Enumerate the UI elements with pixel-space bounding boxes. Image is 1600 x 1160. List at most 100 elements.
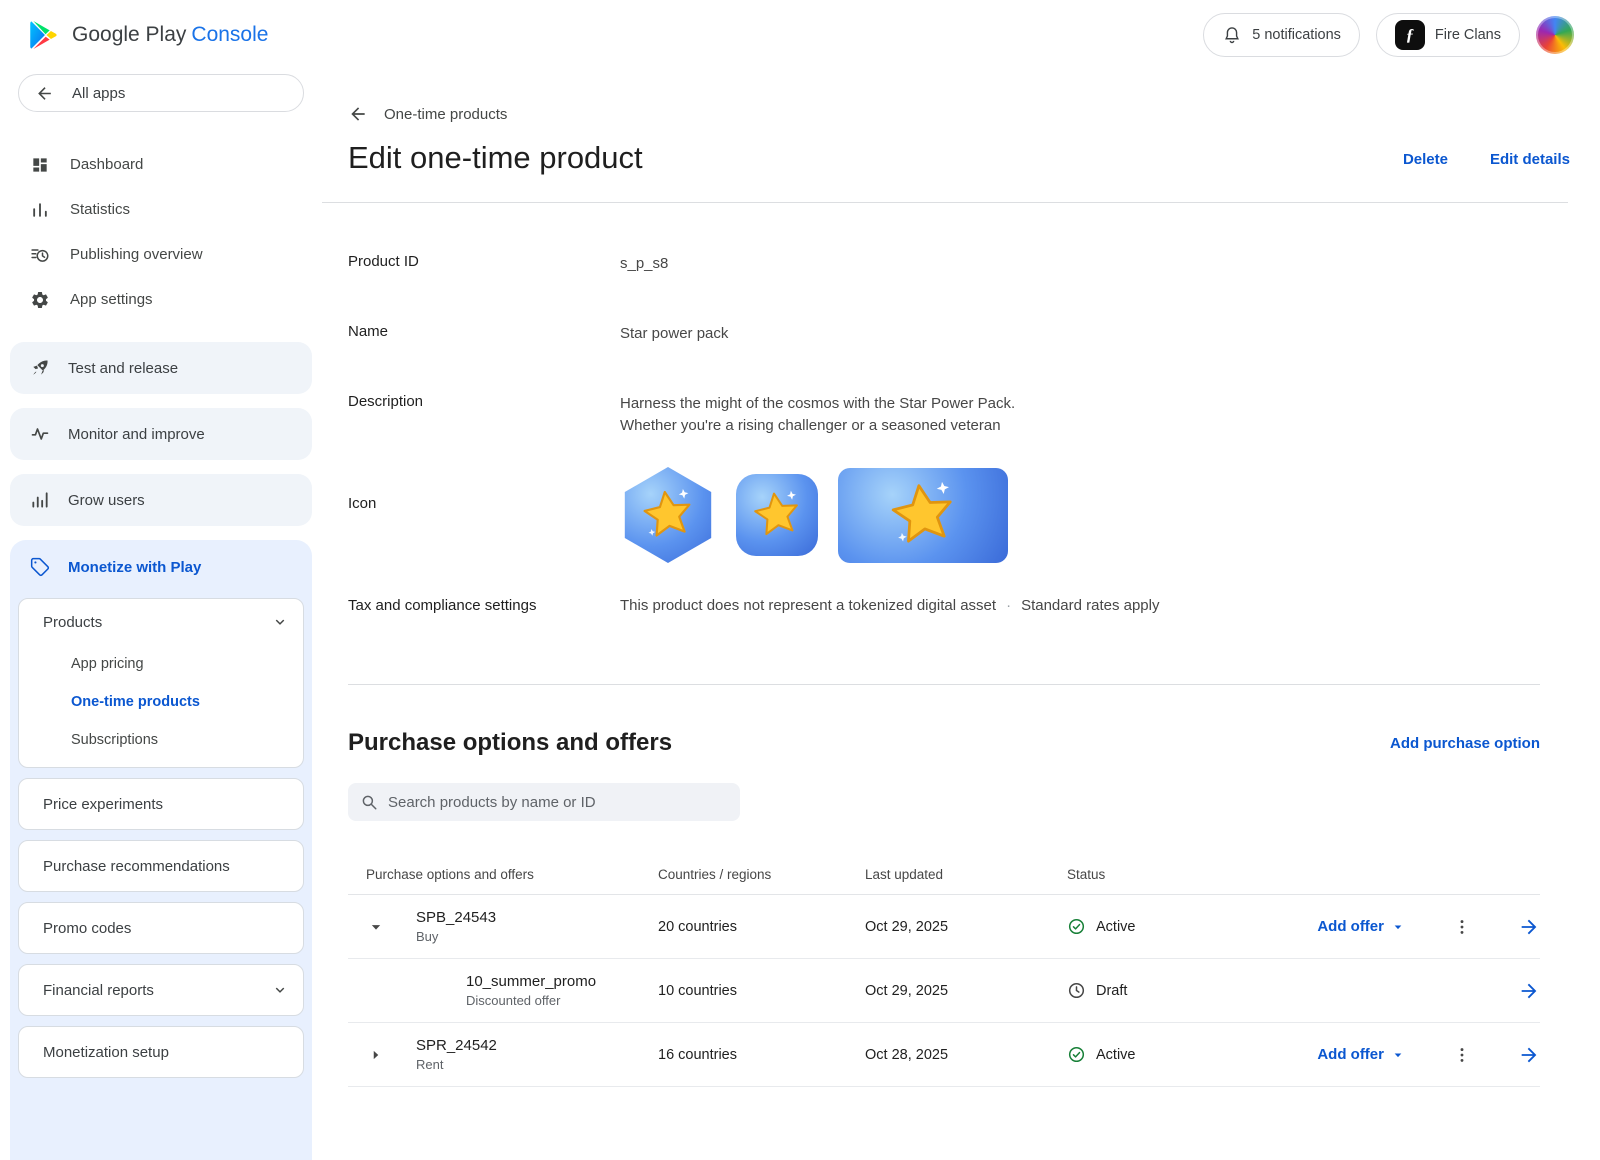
icon-field: Icon <box>348 467 1600 563</box>
purchase-option-type: Buy <box>416 929 658 944</box>
bell-icon <box>1222 25 1242 45</box>
back-arrow-icon[interactable] <box>348 104 368 124</box>
product-icon-banner <box>838 468 1008 563</box>
status-cell: Draft <box>1067 981 1237 1000</box>
sidebar-item-statistics[interactable]: Statistics <box>0 187 322 232</box>
sidebar-item-products[interactable]: Products <box>19 599 303 645</box>
chevron-down-icon <box>271 981 289 999</box>
search-box <box>348 783 740 821</box>
sidebar-section-test-and-release[interactable]: Test and release <box>10 342 312 394</box>
financial-reports-card: Financial reports <box>18 964 304 1016</box>
all-apps-button[interactable]: All apps <box>18 74 304 112</box>
sidebar-section-grow-users[interactable]: Grow users <box>10 474 312 526</box>
sidebar-item-price-experiments[interactable]: Price experiments <box>19 779 303 829</box>
sidebar-item-app-pricing[interactable]: App pricing <box>19 645 303 683</box>
sidebar-section-monetize-with-play[interactable]: Monetize with Play <box>10 540 312 594</box>
last-updated-cell: Oct 29, 2025 <box>865 919 1067 935</box>
account-avatar[interactable] <box>1536 16 1574 54</box>
edit-details-button[interactable]: Edit details <box>1490 151 1570 168</box>
countries-cell: 16 countries <box>658 1047 865 1063</box>
last-updated-cell: Oct 28, 2025 <box>865 1047 1067 1063</box>
open-row-arrow-icon[interactable] <box>1518 980 1540 1002</box>
chevron-down-icon <box>271 613 289 631</box>
sidebar-item-one-time-products[interactable]: One-time products <box>19 683 303 721</box>
sidebar-item-purchase-recommendations[interactable]: Purchase recommendations <box>19 841 303 891</box>
description-label: Description <box>348 393 620 437</box>
column-header: Status <box>1067 867 1237 882</box>
promo-codes-card: Promo codes <box>18 902 304 954</box>
monetization-setup-card: Monetization setup <box>18 1026 304 1078</box>
delete-button[interactable]: Delete <box>1403 151 1448 168</box>
expand-row-icon[interactable] <box>366 1045 386 1065</box>
sidebar-item-monetization-setup[interactable]: Monetization setup <box>19 1027 303 1077</box>
column-header: Purchase options and offers <box>366 867 658 882</box>
notifications-button[interactable]: 5 notifications <box>1203 13 1360 57</box>
status-cell: Active <box>1067 917 1237 936</box>
status-cell: Active <box>1067 1045 1237 1064</box>
product-icons <box>620 467 1008 563</box>
breadcrumb: One-time products <box>348 104 1600 124</box>
purchase-recommendations-card: Purchase recommendations <box>18 840 304 892</box>
gear-icon <box>30 290 50 310</box>
product-id-field: Product ID s_p_s8 <box>348 253 1600 275</box>
search-input[interactable] <box>388 794 728 811</box>
offer-id: 10_summer_promo <box>466 973 658 990</box>
statistics-icon <box>30 200 50 220</box>
search-icon <box>360 793 378 811</box>
product-id-value: s_p_s8 <box>620 253 668 275</box>
last-updated-cell: Oct 29, 2025 <box>865 983 1067 999</box>
dashboard-icon <box>30 155 50 175</box>
add-offer-button[interactable]: Add offer <box>1317 918 1406 935</box>
tax-label: Tax and compliance settings <box>348 597 620 614</box>
more-options-icon[interactable] <box>1452 1045 1472 1065</box>
tax-field: Tax and compliance settings This product… <box>348 597 1600 614</box>
play-console-logo: Google PlayConsole <box>26 18 268 52</box>
price-experiments-card: Price experiments <box>18 778 304 830</box>
active-check-icon <box>1067 917 1086 936</box>
star-icon <box>881 473 965 557</box>
app-switcher-button[interactable]: ƒ Fire Clans <box>1376 13 1520 57</box>
section-divider <box>348 684 1540 685</box>
arrow-back-icon <box>35 84 54 103</box>
product-icon-square <box>736 474 818 556</box>
app-header: Google PlayConsole 5 notifications ƒ Fir… <box>0 0 1600 70</box>
purchase-section-title: Purchase options and offers <box>348 729 672 757</box>
app-name: Fire Clans <box>1435 27 1501 43</box>
more-options-icon[interactable] <box>1452 917 1472 937</box>
add-offer-button[interactable]: Add offer <box>1317 1046 1406 1063</box>
column-header: Last updated <box>865 867 1067 882</box>
sidebar-item-subscriptions[interactable]: Subscriptions <box>19 721 303 759</box>
sidebar-item-promo-codes[interactable]: Promo codes <box>19 903 303 953</box>
dot-separator: · <box>1006 597 1011 614</box>
name-value: Star power pack <box>620 323 728 345</box>
sidebar-item-financial-reports[interactable]: Financial reports <box>19 965 303 1015</box>
products-group-card: Products App pricing One-time products S… <box>18 598 304 768</box>
sidebar-item-publishing-overview[interactable]: Publishing overview <box>0 232 322 277</box>
add-purchase-option-button[interactable]: Add purchase option <box>1390 735 1540 752</box>
sidebar-item-app-settings[interactable]: App settings <box>0 277 322 322</box>
table-row[interactable]: 10_summer_promo Discounted offer 10 coun… <box>348 959 1540 1023</box>
name-label: Name <box>348 323 620 345</box>
product-icon-hexagon <box>620 467 716 563</box>
product-id-label: Product ID <box>348 253 620 275</box>
icon-label: Icon <box>348 467 620 512</box>
description-field: Description Harness the might of the cos… <box>348 393 1600 437</box>
status-badge: Draft <box>1096 983 1127 999</box>
open-row-arrow-icon[interactable] <box>1518 916 1540 938</box>
caret-down-icon <box>1390 919 1406 935</box>
pulse-icon <box>30 424 50 444</box>
status-badge: Active <box>1096 919 1136 935</box>
description-value: Harness the might of the cosmos with the… <box>620 393 1015 437</box>
column-header: Countries / regions <box>658 867 865 882</box>
sidebar-section-monitor-and-improve[interactable]: Monitor and improve <box>10 408 312 460</box>
table-row[interactable]: SPB_24543 Buy 20 countries Oct 29, 2025 … <box>348 895 1540 959</box>
open-row-arrow-icon[interactable] <box>1518 1044 1540 1066</box>
table-row[interactable]: SPR_24542 Rent 16 countries Oct 28, 2025… <box>348 1023 1540 1087</box>
growth-chart-icon <box>30 490 50 510</box>
purchase-option-id: SPR_24542 <box>416 1037 658 1054</box>
sidebar-item-dashboard[interactable]: Dashboard <box>0 142 322 187</box>
rocket-icon <box>30 358 50 378</box>
main-content: One-time products Edit one-time product … <box>322 70 1600 1160</box>
status-badge: Active <box>1096 1047 1136 1063</box>
collapse-row-icon[interactable] <box>366 917 386 937</box>
